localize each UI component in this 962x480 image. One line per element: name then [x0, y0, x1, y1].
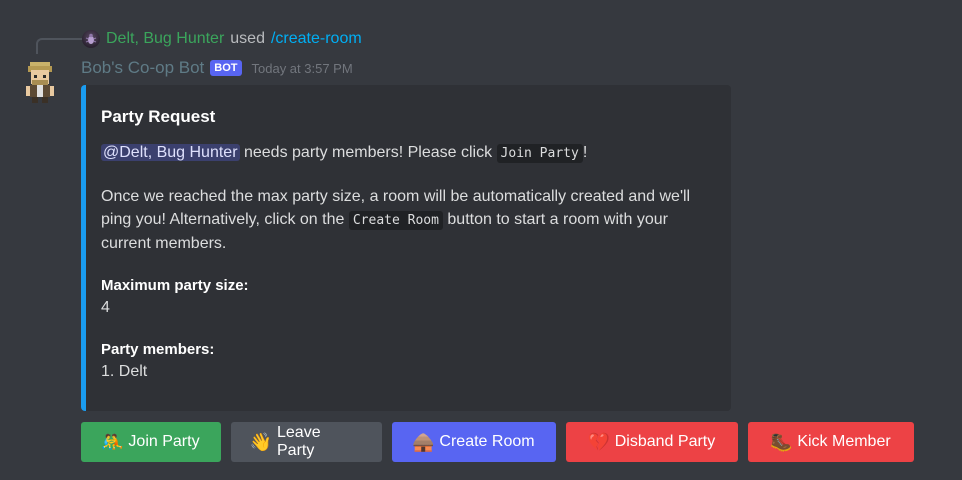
reply-used-text: used	[230, 30, 265, 47]
bot-avatar[interactable]	[20, 58, 60, 104]
boot-icon: 🥾	[770, 431, 793, 452]
field-name: Maximum party size:	[101, 277, 249, 294]
create-room-button[interactable]: 🛖 Create Room	[392, 422, 556, 462]
user-mention[interactable]: @Delt, Bug Hunter	[101, 144, 240, 161]
bot-username[interactable]: Bob's Co-op Bot	[81, 58, 204, 78]
message-timestamp[interactable]: Today at 3:57 PM	[252, 61, 353, 76]
command-reply-line: Delt, Bug Hunter used /create-room	[82, 28, 362, 50]
field-max-party-size: Maximum party size: 4	[101, 275, 711, 319]
broken-heart-icon: 💔	[587, 431, 610, 452]
button-label: Join Party	[128, 433, 200, 450]
join-party-code: Join Party	[496, 144, 583, 163]
create-room-code: Create Room	[348, 211, 443, 230]
party-request-embed: Party Request @Delt, Bug Hunter needs pa…	[81, 85, 731, 411]
reply-user-avatar[interactable]	[82, 30, 100, 48]
embed-line-1: @Delt, Bug Hunter needs party members! P…	[101, 141, 711, 165]
kick-member-button[interactable]: 🥾 Kick Member	[748, 422, 914, 462]
field-party-members: Party members: 1. Delt	[101, 339, 711, 383]
bot-badge: BOT	[210, 60, 242, 76]
embed-line-2: Once we reached the max party size, a ro…	[101, 185, 711, 255]
people-wrestling-icon: 🤼	[101, 431, 124, 452]
leave-party-button[interactable]: 👋 Leave Party	[231, 422, 382, 462]
button-label: Disband Party	[614, 433, 716, 450]
reply-spine	[36, 38, 82, 54]
field-value: 1. Delt	[101, 363, 148, 380]
button-label: Create Room	[439, 433, 535, 450]
pixel-character-icon	[26, 62, 54, 103]
field-name: Party members:	[101, 341, 215, 358]
line1-text: needs party members! Please click	[243, 144, 493, 161]
slash-command-link[interactable]: /create-room	[271, 30, 362, 48]
bug-icon	[85, 33, 97, 44]
reply-username[interactable]: Delt, Bug Hunter	[106, 30, 224, 48]
waving-hand-icon: 👋	[249, 431, 273, 452]
button-label: Kick Member	[797, 433, 891, 450]
field-value: 4	[101, 299, 110, 316]
action-buttons: 🤼 Join Party 👋 Leave Party 🛖 Create Room…	[81, 422, 914, 462]
disband-party-button[interactable]: 💔 Disband Party	[566, 422, 738, 462]
message-header: Bob's Co-op Bot BOT Today at 3:57 PM	[81, 56, 353, 80]
hut-icon: 🛖	[412, 431, 435, 452]
line1-suffix: !	[582, 144, 588, 161]
button-label: Leave Party	[277, 424, 321, 459]
embed-title: Party Request	[101, 107, 216, 126]
join-party-button[interactable]: 🤼 Join Party	[81, 422, 221, 462]
